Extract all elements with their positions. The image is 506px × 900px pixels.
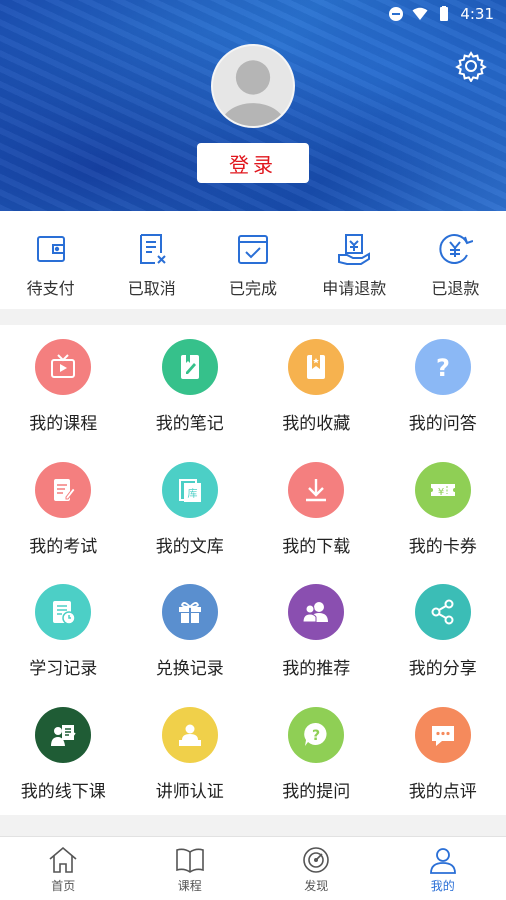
download-icon (288, 461, 345, 518)
coupon-icon: ¥ (414, 461, 471, 518)
status-time: 4:31 (460, 5, 494, 23)
grid-my-qa[interactable]: ? 我的问答 (380, 325, 506, 448)
order-refund-request[interactable]: 申请退款 (304, 211, 405, 309)
grid-label: 我的笔记 (155, 414, 224, 434)
refund-request-icon (338, 234, 371, 265)
library-icon: 库 (161, 461, 218, 518)
grid-label: 我的点评 (408, 781, 477, 802)
grid-my-offline-classes[interactable]: 我的线下课 (0, 693, 127, 816)
note-icon (161, 339, 218, 395)
home-icon (49, 846, 77, 873)
grid-label: 我的线下课 (20, 781, 106, 802)
offline-class-icon (35, 706, 92, 763)
settings-gear-icon[interactable] (455, 50, 487, 82)
order-cancelled[interactable]: 已取消 (101, 211, 202, 309)
grid-label: 我的收藏 (282, 414, 351, 434)
nav-home-label: 首页 (51, 879, 76, 893)
profile-header: 4:31 登录 (0, 0, 506, 211)
grid-label: 我的卡券 (408, 536, 477, 557)
grid-label: 兑换记录 (155, 659, 224, 679)
grid-label: 我的推荐 (282, 659, 351, 679)
tv-icon (35, 339, 92, 395)
svg-text:库: 库 (187, 487, 197, 500)
order-refunded[interactable]: 已退款 (405, 211, 506, 309)
grid-label: 我的课程 (29, 414, 98, 434)
gift-icon (161, 584, 218, 640)
grid-my-reviews[interactable]: 我的点评 (380, 693, 506, 816)
grid-label: 我的提问 (282, 781, 351, 802)
grid-my-coupons[interactable]: ¥ 我的卡券 (380, 448, 506, 571)
default-avatar-icon (220, 60, 286, 126)
feature-grid: 我的课程 我的笔记 我的收藏 ? 我的问答 我的考试 库 我的文库 我的下载 ¥… (0, 325, 506, 815)
do-not-disturb-icon (389, 7, 404, 21)
ask-icon: ? (288, 706, 345, 763)
svg-text:?: ? (312, 728, 320, 744)
nav-profile-label: 我的 (430, 879, 455, 893)
discover-icon (303, 847, 330, 873)
grid-my-recommendations[interactable]: 我的推荐 (253, 570, 380, 693)
wallet-icon (36, 236, 65, 262)
avatar[interactable] (211, 44, 295, 128)
svg-text:?: ? (436, 354, 450, 382)
grid-my-library[interactable]: 库 我的文库 (127, 448, 254, 571)
lecturer-icon (161, 706, 218, 763)
grid-my-courses[interactable]: 我的课程 (0, 325, 127, 448)
study-record-icon (35, 584, 92, 640)
order-refunded-label: 已退款 (431, 279, 480, 298)
grid-my-exams[interactable]: 我的考试 (0, 448, 127, 571)
exam-icon (35, 461, 92, 518)
grid-my-favorites[interactable]: 我的收藏 (253, 325, 380, 448)
order-pending-label: 待支付 (26, 279, 75, 298)
login-button[interactable]: 登录 (197, 143, 309, 183)
grid-label: 我的分享 (408, 659, 477, 679)
order-pending-payment[interactable]: 待支付 (0, 211, 101, 309)
svg-text:¥: ¥ (438, 487, 444, 498)
grid-my-questions[interactable]: ? 我的提问 (253, 693, 380, 816)
order-refund-request-label: 申请退款 (322, 279, 387, 298)
nav-discover-label: 发现 (304, 879, 329, 893)
grid-label: 讲师认证 (155, 781, 224, 802)
grid-label: 我的下载 (282, 536, 351, 557)
comment-icon (414, 706, 471, 763)
grid-my-notes[interactable]: 我的笔记 (127, 325, 254, 448)
grid-label: 我的考试 (29, 536, 98, 557)
status-bar: 4:31 (306, 0, 506, 28)
order-completed[interactable]: 已完成 (202, 211, 303, 309)
profile-icon (429, 848, 456, 874)
book-icon (175, 848, 204, 873)
nav-courses[interactable]: 课程 (127, 837, 254, 900)
wifi-icon (412, 7, 428, 20)
grid-label: 学习记录 (29, 659, 98, 679)
nav-profile[interactable]: 我的 (380, 837, 506, 900)
grid-label: 我的文库 (155, 536, 224, 557)
refunded-icon (439, 234, 474, 264)
nav-home[interactable]: 首页 (0, 837, 127, 900)
grid-lecturer-certification[interactable]: 讲师认证 (127, 693, 254, 816)
cancel-doc-icon (139, 234, 166, 264)
users-icon (288, 584, 345, 640)
grid-my-downloads[interactable]: 我的下载 (253, 448, 380, 571)
order-status-bar: 待支付 已取消 已完成 申请退款 已退款 (0, 211, 506, 309)
order-cancelled-label: 已取消 (127, 279, 176, 298)
bottom-nav: 首页 课程 发现 我的 (0, 836, 506, 900)
completed-icon (238, 235, 268, 264)
nav-discover[interactable]: 发现 (253, 837, 380, 900)
grid-my-shares[interactable]: 我的分享 (380, 570, 506, 693)
battery-icon (440, 6, 449, 21)
order-completed-label: 已完成 (229, 279, 278, 298)
nav-courses-label: 课程 (177, 879, 202, 893)
grid-redeem-records[interactable]: 兑换记录 (127, 570, 254, 693)
bookmark-icon (288, 339, 345, 395)
question-icon: ? (414, 339, 471, 395)
share-icon (414, 584, 471, 640)
grid-study-records[interactable]: 学习记录 (0, 570, 127, 693)
grid-label: 我的问答 (408, 414, 477, 434)
